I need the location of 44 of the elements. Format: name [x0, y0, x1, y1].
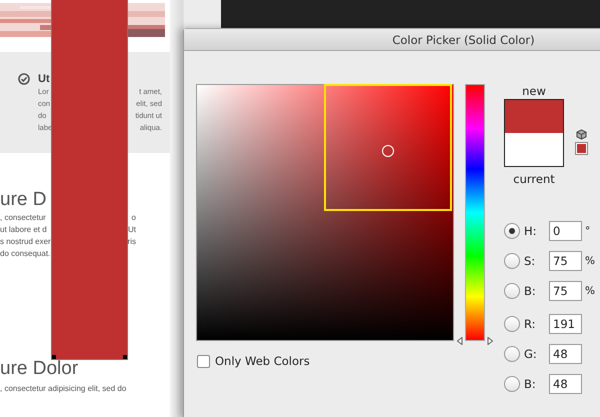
paragraph-fragment: Ut: [128, 224, 136, 236]
input-field[interactable]: 191: [549, 314, 582, 334]
paragraph-fragment: s nostrud exer: [0, 236, 51, 248]
paragraph-fragment: , consectetur: [0, 212, 46, 224]
input-field[interactable]: 75: [549, 251, 582, 271]
window-title: Color Picker (Solid Color): [392, 32, 535, 46]
radio-button[interactable]: [504, 283, 520, 299]
color-marker[interactable]: [382, 145, 394, 157]
paragraph-fragment: ut labore et d: [0, 224, 47, 236]
field-label: R:: [524, 317, 537, 331]
check-icon: [18, 73, 30, 85]
radio-button[interactable]: [504, 316, 520, 332]
web-safe-swatch[interactable]: [575, 142, 588, 155]
field-label: H:: [524, 224, 538, 238]
paragraph-fragment: do consequat.: [0, 248, 50, 260]
input-field[interactable]: 75: [549, 281, 582, 301]
color-swatch: [504, 99, 564, 167]
color-field[interactable]: [196, 84, 454, 341]
hue-slider[interactable]: [457, 84, 493, 345]
field-label: S:: [524, 254, 536, 268]
radio-button[interactable]: [504, 223, 520, 239]
feature-title: Ut: [38, 72, 51, 86]
input-field[interactable]: 48: [549, 344, 582, 364]
web-colors-checkbox[interactable]: Only Web Colors: [196, 354, 310, 368]
new-label: new: [522, 84, 546, 98]
field-label: B:: [524, 377, 537, 391]
unit-label: %: [585, 285, 595, 297]
current-label: current: [513, 172, 555, 186]
cube-icon[interactable]: [576, 129, 587, 140]
unit-label: %: [585, 255, 595, 267]
input-field[interactable]: 0: [549, 221, 582, 241]
slider-handle[interactable]: [457, 337, 493, 345]
paragraph-fragment: , consectetur adipisicing elit, sed do: [0, 383, 126, 395]
field-label: G:: [524, 347, 538, 361]
radio-button[interactable]: [504, 346, 520, 362]
section-heading: ure Dolor: [0, 357, 80, 381]
paragraph-fragment: o: [132, 212, 136, 224]
paragraph-fragment: ris: [128, 236, 136, 248]
field-label: B:: [524, 284, 537, 298]
radio-button[interactable]: [504, 253, 520, 269]
radio-button[interactable]: [504, 376, 520, 392]
input-field[interactable]: 48: [549, 374, 582, 394]
unit-label: °: [585, 225, 590, 237]
section-heading: ure D: [0, 188, 48, 212]
